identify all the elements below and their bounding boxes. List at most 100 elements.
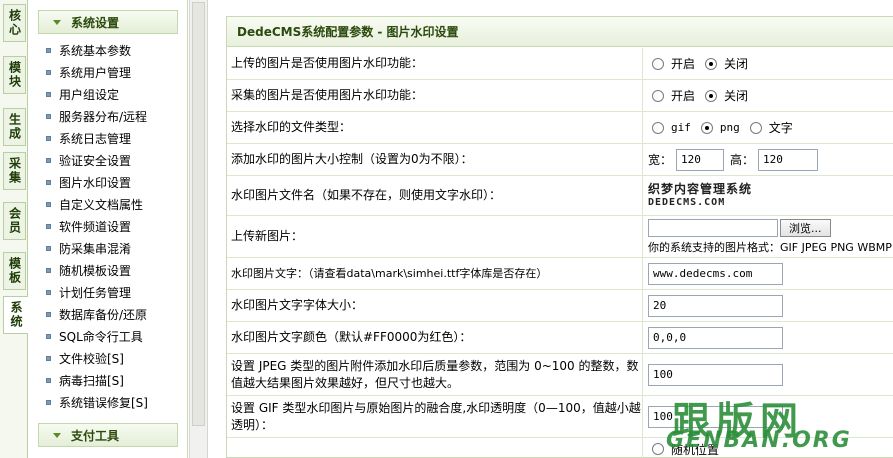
- menu-item[interactable]: 系统日志管理: [46, 128, 131, 148]
- menu-item[interactable]: 随机模板设置: [46, 260, 131, 280]
- bullet-icon: [46, 289, 51, 295]
- height-input[interactable]: 120: [758, 148, 819, 171]
- frame-scrollbar[interactable]: [189, 0, 208, 458]
- menu-item[interactable]: 服务器分布/远程: [46, 106, 147, 126]
- bullet-icon: [46, 69, 51, 75]
- radio-collect-off[interactable]: 关闭: [701, 87, 748, 104]
- font-color-input[interactable]: 0,0,0: [648, 326, 783, 349]
- menu-section-label: 支付工具: [71, 428, 120, 443]
- bullet-icon: [46, 157, 51, 163]
- setting-row-collect-watermark: 采集的图片是否使用图片水印功能： 开启 关闭: [227, 80, 893, 112]
- gif-alpha-input[interactable]: 100: [648, 405, 783, 428]
- menu-item[interactable]: 系统基本参数: [46, 40, 131, 60]
- jpeg-quality-input[interactable]: 100: [648, 363, 783, 386]
- bullet-icon: [46, 355, 51, 361]
- menu-item-watermark[interactable]: 图片水印设置: [46, 172, 131, 192]
- setting-row-upload-watermark: 上传的图片是否使用图片水印功能： 开启 关闭: [227, 48, 893, 80]
- radio-icon: [749, 121, 762, 134]
- menu-item[interactable]: 系统错误修复[S]: [46, 392, 148, 412]
- menu-item[interactable]: 系统用户管理: [46, 62, 131, 82]
- menu-item[interactable]: SQL命令行工具: [46, 326, 143, 346]
- bullet-icon: [46, 311, 51, 317]
- setting-value: 0,0,0: [644, 322, 893, 353]
- setting-row-gif-alpha: 设置 GIF 类型水印图片与原始图片的融合度,水印透明度（0—100，值越小越透…: [227, 396, 893, 438]
- radio-type-text[interactable]: 文字: [746, 119, 793, 136]
- bullet-icon: [46, 267, 51, 273]
- bullet-icon: [46, 245, 51, 251]
- setting-value: www.dedecms.com: [644, 258, 893, 289]
- setting-label: 添加水印的图片大小控制（设置为0为不限）：: [227, 144, 643, 175]
- collapse-triangle-icon: [53, 19, 61, 25]
- menu-item[interactable]: 文件校验[S]: [46, 348, 124, 368]
- menu-section-payment-tools[interactable]: 支付工具: [38, 423, 178, 447]
- setting-value: 织梦内容管理系统 DEDECMS.COM: [644, 176, 893, 215]
- menu-section-label: 系统设置: [71, 15, 120, 30]
- watermark-logo-line1: 织梦内容管理系统: [648, 181, 753, 196]
- menu-item[interactable]: 自定义文档属性: [46, 194, 143, 214]
- bullet-icon: [46, 223, 51, 229]
- radio-type-png[interactable]: png: [697, 121, 740, 134]
- width-label: 宽：: [648, 153, 673, 167]
- watermark-logo-line2: DEDECMS.COM: [648, 196, 726, 208]
- bullet-icon: [46, 201, 51, 207]
- radio-type-gif[interactable]: gif: [648, 121, 691, 134]
- radio-icon: [652, 121, 664, 134]
- radio-collect-on[interactable]: 开启: [648, 87, 695, 104]
- setting-label: 设置 GIF 类型水印图片与原始图片的融合度,水印透明度（0—100，值越小越透…: [227, 396, 643, 437]
- setting-value: 宽： 120 高： 120: [644, 144, 893, 175]
- setting-value: 开启 关闭: [644, 80, 893, 111]
- file-path-input[interactable]: [648, 219, 778, 237]
- setting-row-font-color: 水印图片文字颜色（默认#FF0000为红色）： 0,0,0: [227, 322, 893, 354]
- bullet-icon: [46, 179, 51, 185]
- setting-value: 浏览... 你的系统支持的图片格式：GIF JPEG PNG WBMP: [644, 216, 893, 257]
- radio-checked-icon: [705, 89, 718, 102]
- setting-value: 随机位置: [644, 438, 893, 458]
- menu-item[interactable]: 数据库备份/还原: [46, 304, 147, 324]
- setting-value: 100: [644, 354, 893, 395]
- menu-item[interactable]: 用户组设定: [46, 84, 119, 104]
- setting-row-size-control: 添加水印的图片大小控制（设置为0为不限）： 宽： 120 高： 120: [227, 144, 893, 176]
- menu-item[interactable]: 防采集串混淆: [46, 238, 131, 258]
- radio-position-random[interactable]: 随机位置: [648, 441, 719, 458]
- font-size-input[interactable]: 20: [648, 294, 783, 317]
- setting-row-font-size: 水印图片文字字体大小： 20: [227, 290, 893, 322]
- width-input[interactable]: 120: [676, 148, 725, 171]
- vtab-module[interactable]: 模块: [3, 56, 26, 94]
- formats-note: 你的系统支持的图片格式：GIF JPEG PNG WBMP: [648, 241, 892, 254]
- setting-row-watermark-file: 水印图片文件名（如果不存在，则使用文字水印）： 织梦内容管理系统 DEDECMS…: [227, 176, 893, 216]
- setting-value: 开启 关闭: [644, 48, 893, 79]
- setting-row-position: 随机位置: [227, 438, 893, 458]
- radio-upload-off[interactable]: 关闭: [701, 55, 748, 72]
- setting-value: 20: [644, 290, 893, 321]
- menu-item[interactable]: 计划任务管理: [46, 282, 131, 302]
- bullet-icon: [46, 91, 51, 97]
- collapse-triangle-icon: [53, 432, 61, 438]
- vtab-member[interactable]: 会员: [3, 202, 26, 240]
- setting-row-watermark-type: 选择水印的文件类型： gif png 文字: [227, 112, 893, 144]
- vtab-collect[interactable]: 采集: [3, 152, 26, 190]
- radio-icon: [652, 443, 664, 455]
- browse-button[interactable]: 浏览...: [780, 219, 831, 237]
- side-menu: 系统设置 系统基本参数 系统用户管理 用户组设定 服务器分布/远程 系统日志管理…: [28, 0, 188, 458]
- setting-label: 选择水印的文件类型：: [227, 112, 643, 143]
- vtab-template[interactable]: 模板: [3, 252, 26, 290]
- setting-label: 上传新图片：: [227, 216, 643, 257]
- vtab-core[interactable]: 核心: [3, 4, 26, 42]
- setting-label: 水印图片文字字体大小：: [227, 290, 643, 321]
- vtab-system[interactable]: 系统: [3, 296, 28, 334]
- radio-icon: [652, 57, 664, 70]
- menu-section-system-settings[interactable]: 系统设置: [38, 10, 178, 34]
- menu-item[interactable]: 病毒扫描[S]: [46, 370, 124, 390]
- radio-upload-on[interactable]: 开启: [648, 55, 695, 72]
- menu-item[interactable]: 软件频道设置: [46, 216, 131, 236]
- vtab-generate[interactable]: 生成: [3, 108, 26, 146]
- menu-item[interactable]: 验证安全设置: [46, 150, 131, 170]
- setting-row-watermark-text: 水印图片文字：（请查看data\mark\simhei.ttf字体库是否存在） …: [227, 258, 893, 290]
- bullet-icon: [46, 47, 51, 53]
- scrollbar-thumb[interactable]: [192, 2, 205, 426]
- bullet-icon: [46, 377, 51, 383]
- settings-panel: DedeCMS系统配置参数 - 图片水印设置 上传的图片是否使用图片水印功能： …: [226, 16, 893, 458]
- bullet-icon: [46, 399, 51, 405]
- panel-title: DedeCMS系统配置参数 - 图片水印设置: [227, 17, 893, 47]
- watermark-text-input[interactable]: www.dedecms.com: [648, 262, 783, 285]
